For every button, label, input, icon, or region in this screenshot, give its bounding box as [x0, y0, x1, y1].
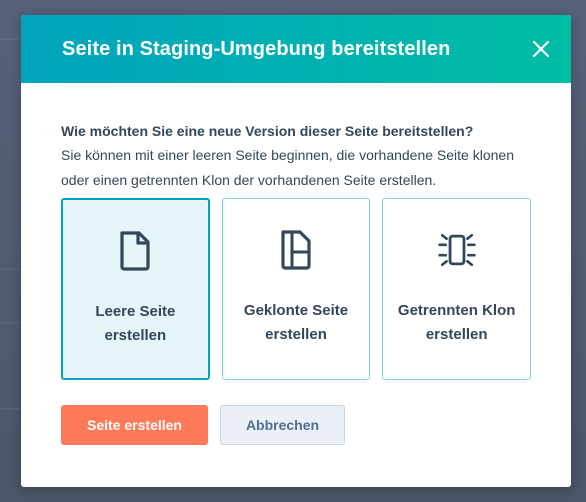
- blank-page-icon: [115, 228, 155, 274]
- backdrop-line: [0, 322, 20, 324]
- question-text: Wie möchten Sie eine neue Version dieser…: [61, 123, 474, 139]
- option-label: Leere Seite erstellen: [95, 303, 176, 344]
- option-label: Geklonte Seite erstellen: [243, 302, 349, 343]
- create-page-button[interactable]: Seite erstellen: [61, 405, 208, 445]
- detached-clone-icon: [437, 227, 477, 273]
- backdrop-line: [0, 268, 20, 270]
- option-detached-clone[interactable]: Getrennten Klon erstellen: [382, 198, 532, 380]
- option-cloned-page[interactable]: Geklonte Seite erstellen: [221, 198, 371, 380]
- close-button[interactable]: [530, 38, 552, 60]
- cloned-page-icon: [276, 227, 316, 273]
- option-cards: Leere Seite erstellen Geklonte Seite ers…: [61, 198, 532, 380]
- backdrop-line: [0, 38, 20, 40]
- option-label: Getrennten Klon erstellen: [397, 302, 516, 343]
- modal-title: Seite in Staging-Umgebung bereitstellen: [62, 37, 451, 60]
- modal-body: Wie möchten Sie eine neue Version dieser…: [21, 83, 571, 380]
- close-icon: [532, 40, 550, 58]
- description-text: Sie können mit einer leeren Seite beginn…: [61, 147, 514, 188]
- backdrop-line: [0, 408, 20, 410]
- staging-modal: Seite in Staging-Umgebung bereitstellen …: [21, 15, 571, 487]
- option-blank-page[interactable]: Leere Seite erstellen: [61, 198, 210, 380]
- cancel-button[interactable]: Abbrechen: [220, 405, 345, 445]
- modal-footer: Seite erstellen Abbrechen: [21, 380, 571, 445]
- modal-header: Seite in Staging-Umgebung bereitstellen: [21, 15, 571, 83]
